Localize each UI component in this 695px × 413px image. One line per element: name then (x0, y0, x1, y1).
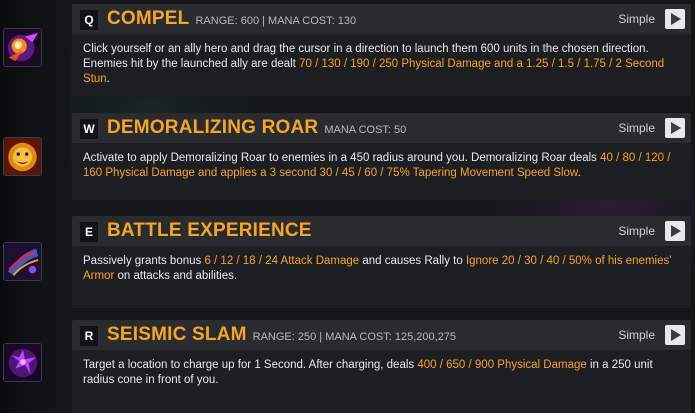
description-text: Passively grants bonus (83, 255, 205, 267)
ability-header: E BATTLE EXPERIENCE Simple (72, 216, 691, 246)
ability-header: Q COMPEL RANGE: 600 | MANA COST: 130 Simp… (72, 4, 691, 34)
ability-e: E BATTLE EXPERIENCE Simple Passively gra… (0, 204, 695, 312)
ability-q: Q COMPEL RANGE: 600 | MANA COST: 130 Simp… (0, 0, 695, 100)
simple-toggle-label[interactable]: Simple (618, 224, 655, 238)
description-text: on attacks and abilities. (114, 270, 238, 282)
description-text: and causes Rally to (359, 255, 466, 267)
ability-r: R SEISMIC SLAM RANGE: 250 | MANA COST: 12… (0, 312, 695, 413)
description-highlight: 6 / 12 / 18 / 24 Attack Damage (204, 255, 360, 267)
ability-title: BATTLE EXPERIENCE (107, 218, 318, 246)
play-video-button[interactable] (665, 221, 685, 241)
ability-title: SEISMIC SLAM RANGE: 250 | MANA COST: 125,… (107, 322, 456, 350)
ability-name: SEISMIC SLAM (107, 324, 247, 345)
ability-description-panel: Passively grants bonus 6 / 12 / 18 / 24 … (72, 246, 691, 308)
play-video-button[interactable] (665, 9, 685, 29)
hotkey-badge: Q (80, 10, 98, 30)
compel-icon (3, 28, 42, 67)
ability-name: DEMORALIZING ROAR (107, 117, 319, 138)
play-video-button[interactable] (665, 325, 685, 345)
description-text: . (106, 73, 110, 85)
ability-description-panel: Click yourself or an ally hero and drag … (72, 34, 691, 96)
ability-stats: RANGE: 250 | MANA COST: 125,200,275 (252, 331, 457, 343)
ability-description: Activate to apply Demoralizing Roar to e… (83, 151, 677, 181)
ability-stats: RANGE: 600 | MANA COST: 130 (195, 15, 357, 27)
ability-description-panel: Activate to apply Demoralizing Roar to e… (72, 143, 691, 200)
description-text: . (577, 167, 581, 179)
ability-header: W DEMORALIZING ROAR MANA COST: 50 Simple (72, 113, 691, 143)
hotkey-badge: E (80, 222, 98, 242)
simple-toggle-label[interactable]: Simple (618, 12, 655, 26)
ability-header: R SEISMIC SLAM RANGE: 250 | MANA COST: 12… (72, 320, 691, 350)
hotkey-badge: R (80, 326, 98, 346)
ability-description: Click yourself or an ally hero and drag … (83, 42, 677, 87)
ability-description-panel: Target a location to charge up for 1 Sec… (72, 350, 691, 413)
description-text: Target a location to charge up for 1 Sec… (83, 359, 418, 371)
ability-name: COMPEL (107, 8, 190, 29)
play-video-button[interactable] (665, 118, 685, 138)
lion-roar-icon (3, 137, 42, 176)
ability-card-q: Q COMPEL RANGE: 600 | MANA COST: 130 Simp… (72, 4, 691, 96)
simple-toggle-label[interactable]: Simple (618, 121, 655, 135)
ability-card-w: W DEMORALIZING ROAR MANA COST: 50 Simple … (72, 113, 691, 200)
ability-description: Passively grants bonus 6 / 12 / 18 / 24 … (83, 254, 677, 284)
seismic-slam-icon (3, 343, 42, 382)
ability-card-e: E BATTLE EXPERIENCE Simple Passively gra… (72, 216, 691, 308)
battle-experience-icon (3, 242, 42, 281)
description-text: Activate to apply Demoralizing Roar to e… (83, 152, 601, 164)
ability-title: DEMORALIZING ROAR MANA COST: 50 (107, 115, 406, 143)
hotkey-badge: W (80, 119, 98, 139)
ability-name: BATTLE EXPERIENCE (107, 220, 312, 241)
simple-toggle-label[interactable]: Simple (618, 328, 655, 342)
description-highlight: 400 / 650 / 900 Physical Damage (417, 359, 587, 371)
ability-w: W DEMORALIZING ROAR MANA COST: 50 Simple … (0, 100, 695, 204)
ability-description: Target a location to charge up for 1 Sec… (83, 358, 677, 388)
ability-stats: MANA COST: 50 (324, 124, 407, 136)
ability-title: COMPEL RANGE: 600 | MANA COST: 130 (107, 6, 356, 34)
ability-card-r: R SEISMIC SLAM RANGE: 250 | MANA COST: 12… (72, 320, 691, 413)
